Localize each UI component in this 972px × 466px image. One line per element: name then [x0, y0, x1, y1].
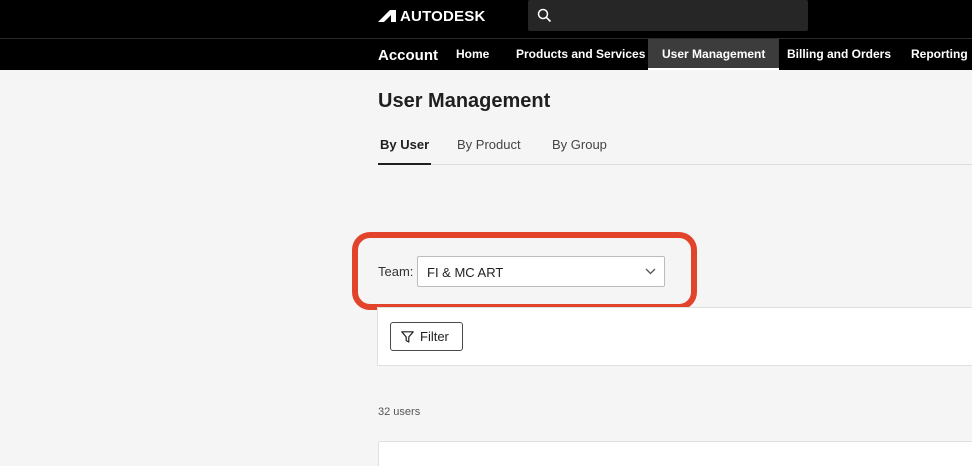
- main-nav: Account Home Products and Services User …: [0, 38, 972, 70]
- users-count: 32 users: [378, 406, 421, 418]
- nav-item-billing-and-orders[interactable]: Billing and Orders: [787, 39, 891, 70]
- highlight-annotation: [352, 232, 697, 310]
- nav-account[interactable]: Account: [378, 47, 438, 64]
- autodesk-logo[interactable]: AUTODESK: [378, 7, 486, 25]
- filter-icon: [401, 330, 414, 343]
- filter-button-label: Filter: [420, 329, 449, 344]
- search-input[interactable]: [528, 0, 808, 31]
- nav-item-home[interactable]: Home: [456, 39, 489, 70]
- nav-item-user-management[interactable]: User Management: [648, 39, 780, 70]
- tab-by-user[interactable]: By User: [378, 137, 432, 165]
- view-tabs: By User By Product By Group: [378, 137, 972, 165]
- page-title: User Management: [378, 90, 551, 112]
- filter-button[interactable]: Filter: [390, 322, 463, 351]
- top-bar: AUTODESK: [0, 0, 972, 38]
- search-icon: [537, 8, 552, 23]
- nav-item-reporting[interactable]: Reporting: [911, 39, 968, 70]
- tab-by-group[interactable]: By Group: [550, 137, 609, 165]
- autodesk-a-icon: [378, 10, 396, 22]
- logo-text: AUTODESK: [400, 7, 486, 25]
- users-list: [378, 441, 972, 466]
- filter-panel: Filter: [377, 307, 972, 366]
- tab-by-product[interactable]: By Product: [455, 137, 523, 165]
- nav-item-products-and-services[interactable]: Products and Services: [516, 39, 645, 70]
